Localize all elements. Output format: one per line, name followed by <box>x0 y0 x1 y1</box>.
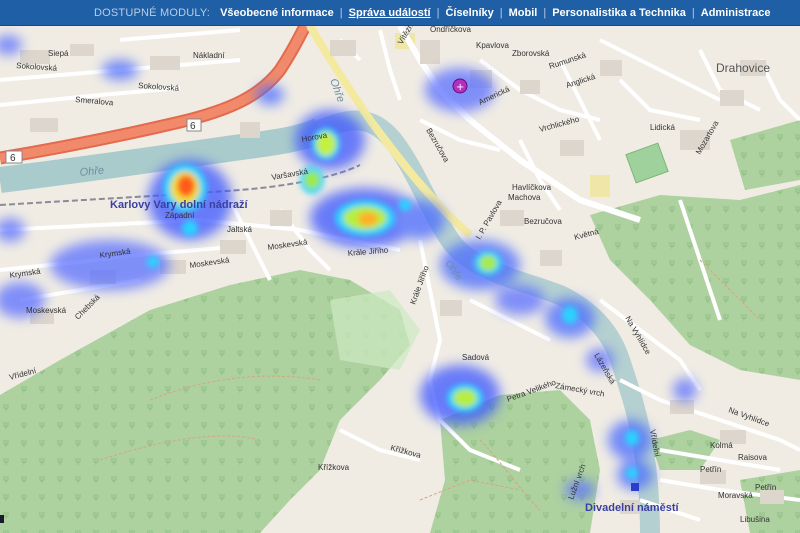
street-label: Nákladní <box>193 51 225 60</box>
river-label: Ohře <box>79 164 105 178</box>
street-label: Machova <box>508 193 541 202</box>
hospital-cross-icon: + <box>456 82 464 93</box>
nav-vseobecne-informace[interactable]: Všeobecné informace <box>220 7 334 19</box>
nav-separator: | <box>543 6 547 19</box>
station-label: Karlovy Vary dolní nádraží <box>110 199 248 211</box>
street-label: Kolmá <box>710 441 733 450</box>
square-label: Divadelní náměstí <box>585 502 679 514</box>
nav-separator: | <box>436 6 440 19</box>
street-label: Petřín <box>700 465 721 474</box>
street-label: Bezručova <box>524 217 562 226</box>
street-label: Libušina <box>740 515 770 524</box>
map-canvas[interactable]: ψ <box>0 26 800 533</box>
street-label: Lidická <box>650 123 675 132</box>
street-label: Havlíčkova <box>512 183 552 192</box>
street-label: Zborovská <box>512 49 550 58</box>
street-label: Sadová <box>462 353 490 362</box>
sand-area <box>590 175 610 197</box>
district-label: Drahovice <box>716 61 770 75</box>
street-label: Petřín <box>755 483 776 492</box>
street-label: Siepá <box>48 49 69 58</box>
nav-separator: | <box>691 6 695 19</box>
map-view[interactable]: ψ <box>0 26 800 533</box>
street-label: Kpavlova <box>476 41 509 50</box>
street-label: Jaltská <box>227 225 252 234</box>
road-number-label: 6 <box>190 121 196 132</box>
street-label: Západní <box>165 211 195 220</box>
square-marker-icon[interactable] <box>631 483 639 491</box>
nav-administrace[interactable]: Administrace <box>701 7 771 19</box>
street-label: Křížkova <box>318 463 350 472</box>
street-label: Ondříčkova <box>430 26 471 34</box>
nav-ciselniky[interactable]: Číselníky <box>445 7 493 19</box>
nav-sprava-udalosti[interactable]: Správa událostí <box>349 7 431 19</box>
street-label: Raisova <box>738 453 767 462</box>
nav-separator: | <box>499 6 503 19</box>
top-navigation-bar: DOSTUPNÉ MODULY: Všeobecné informace | S… <box>0 0 800 26</box>
selection-marker-icon <box>0 515 4 523</box>
street-label: Moskevská <box>26 306 67 315</box>
nav-separator: | <box>339 6 343 19</box>
nav-personalistika-technika[interactable]: Personalistika a Technika <box>552 7 686 19</box>
nav-mobil[interactable]: Mobil <box>509 7 538 19</box>
modules-label: DOSTUPNÉ MODULY: <box>94 6 211 19</box>
road-number-label: 6 <box>10 153 16 164</box>
street-label: Moravská <box>718 491 753 500</box>
